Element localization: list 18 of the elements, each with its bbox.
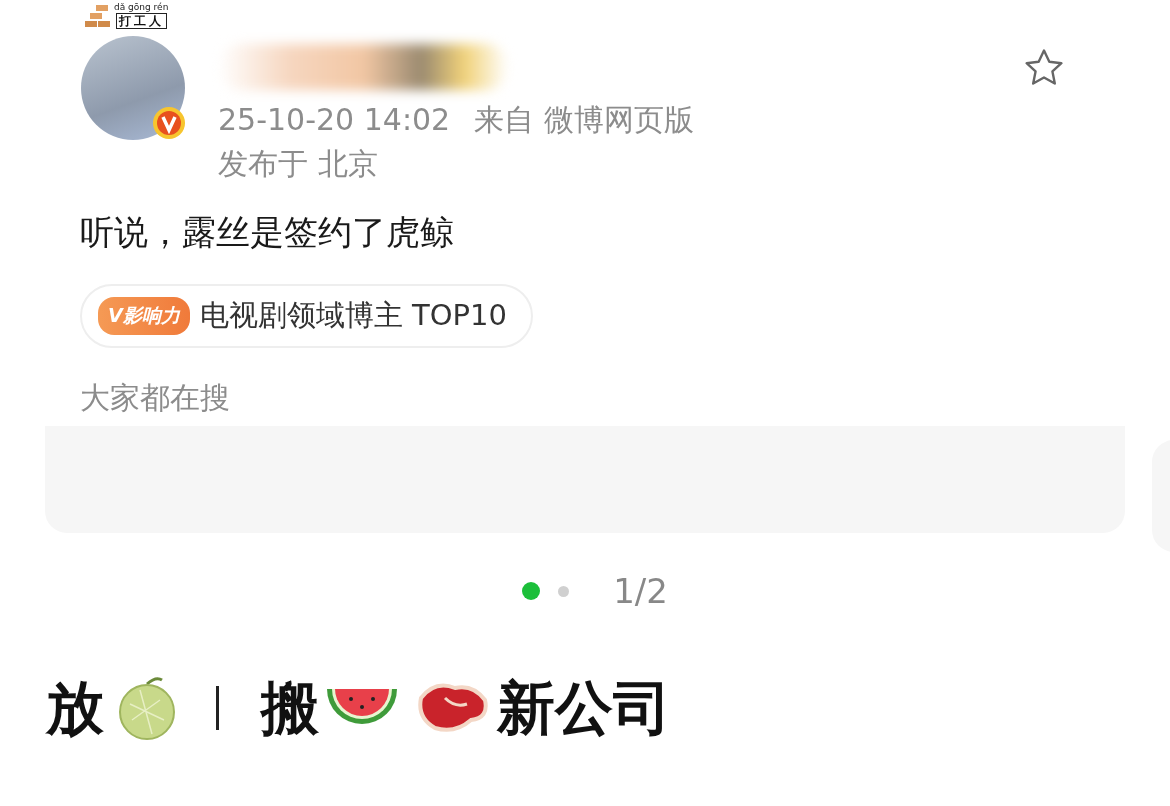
- post-text: 听说，露丝是签约了虎鲸: [80, 211, 455, 254]
- page-counter: 1/2: [613, 571, 668, 611]
- headline-text: 搬: [261, 673, 319, 743]
- page-dot[interactable]: [558, 585, 570, 597]
- headline-text: 新公司: [497, 673, 671, 743]
- trending-search-title: 大家都在搜: [80, 379, 231, 417]
- melon-icon: [116, 676, 178, 740]
- post-location: 发布于 北京: [218, 145, 379, 183]
- page-dot[interactable]: [522, 582, 541, 600]
- bricks-icon: [84, 3, 112, 29]
- influence-label: V影响力: [98, 297, 190, 335]
- influence-text: 电视剧领域博主 TOP10: [199, 297, 507, 334]
- pendant-text: 打工人: [115, 13, 167, 29]
- post-timestamp: 25-10-20 14:02: [218, 101, 451, 139]
- headline-text: 放: [46, 673, 104, 743]
- influence-tag[interactable]: V影响力 电视剧领域博主 TOP10: [80, 284, 533, 348]
- post-source: 来自 微博网页版: [474, 101, 694, 139]
- pendant-pinyin: dǎ gōng rén: [114, 2, 169, 13]
